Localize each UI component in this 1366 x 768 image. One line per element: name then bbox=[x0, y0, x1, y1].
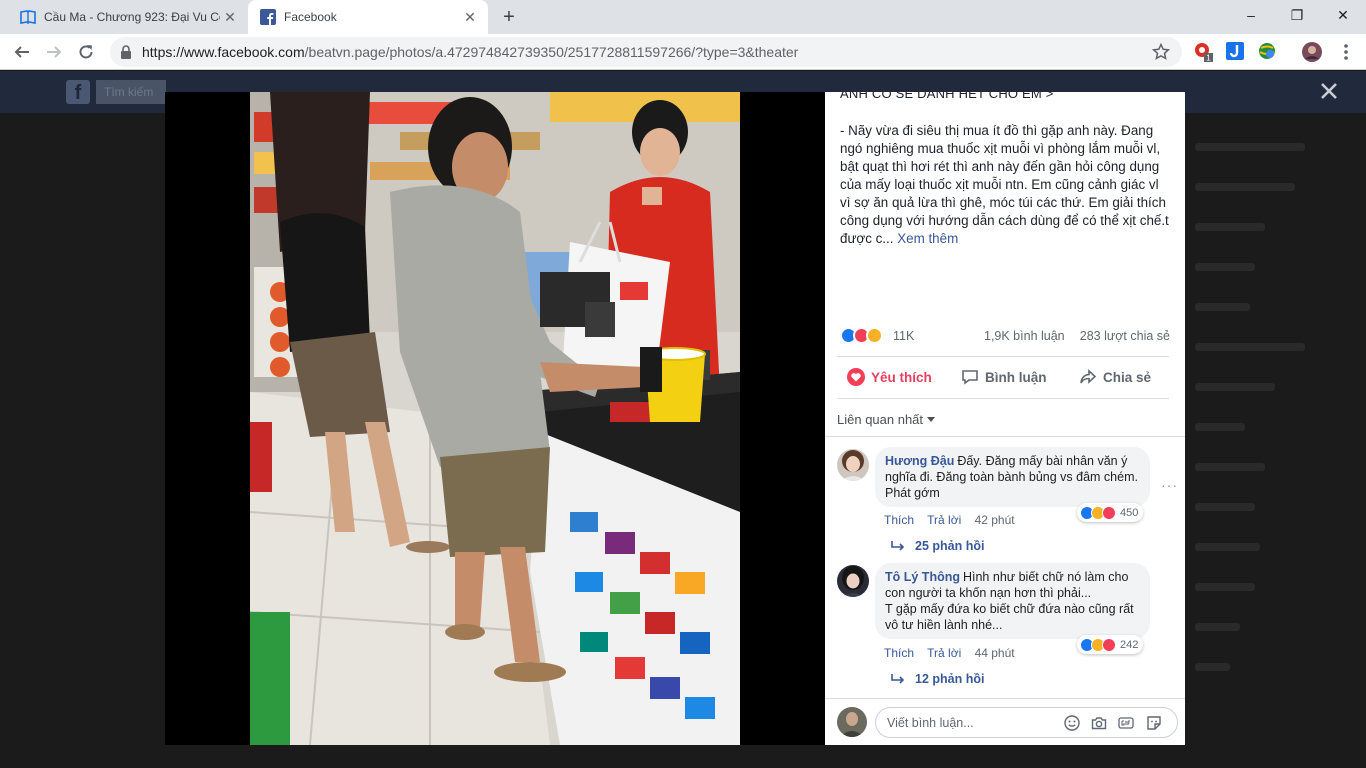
comment-reactions[interactable]: 242 bbox=[1077, 635, 1144, 654]
comment-composer: Viết bình luận... bbox=[825, 698, 1185, 745]
comment-reply-link[interactable]: Trả lời bbox=[927, 646, 961, 660]
comment-icon bbox=[962, 370, 978, 385]
comment-placeholder: Viết bình luận... bbox=[887, 716, 974, 730]
post-stats: 11K 1,9K bình luận 283 lượt chia sẻ bbox=[840, 326, 1170, 348]
comment-button[interactable]: Bình luận bbox=[961, 368, 1047, 386]
reply-arrow-icon bbox=[891, 541, 905, 551]
bookmark-star-icon[interactable] bbox=[1151, 42, 1171, 66]
comment-list: Hương Đậu Đấy. Đăng mấy bài nhân văn ý ng… bbox=[825, 436, 1185, 698]
globe-extension-icon[interactable] bbox=[1258, 42, 1278, 62]
comment-meta: Thích Trả lời 44 phút bbox=[884, 646, 1015, 660]
share-count[interactable]: 283 lượt chia sẻ bbox=[1080, 329, 1170, 343]
avatar[interactable] bbox=[837, 449, 869, 481]
adblock-extension-icon[interactable]: 1 bbox=[1194, 42, 1214, 63]
comment-like-link[interactable]: Thích bbox=[884, 513, 914, 527]
svg-text:1: 1 bbox=[1206, 54, 1211, 63]
comment-time[interactable]: 42 phút bbox=[975, 513, 1015, 527]
comment-options-icon[interactable]: ··· bbox=[1161, 477, 1178, 493]
comment-time[interactable]: 44 phút bbox=[975, 646, 1015, 660]
sad-reaction-icon bbox=[866, 327, 883, 344]
share-button[interactable]: Chia sẻ bbox=[1079, 368, 1151, 386]
comment-reactions[interactable]: 450 bbox=[1077, 503, 1144, 522]
share-icon bbox=[1080, 369, 1097, 384]
address-bar[interactable]: https://www.facebook.com/beatvn.page/pho… bbox=[110, 37, 1182, 67]
close-theater-icon[interactable] bbox=[1318, 80, 1340, 102]
new-tab-button[interactable]: + bbox=[498, 6, 520, 28]
tab-facebook[interactable]: Facebook ✕ bbox=[248, 0, 488, 34]
tab-strip: Cầu Ma - Chương 923: Đại Vu Cổ ✕ Faceboo… bbox=[0, 0, 1366, 34]
minimize-button[interactable]: – bbox=[1228, 0, 1274, 30]
photo-stage bbox=[165, 92, 825, 745]
post-panel: ANH CÓ SẼ DÀNH HẾT CHO EM > - Nãy vừa đi… bbox=[825, 92, 1185, 745]
divider bbox=[837, 356, 1169, 357]
close-tab-icon[interactable]: ✕ bbox=[460, 7, 480, 27]
comment-bubble: Tô Lý Thông Hình như biết chữ nó làm cho … bbox=[875, 563, 1150, 639]
caret-down-icon bbox=[927, 417, 936, 422]
divider bbox=[837, 398, 1169, 399]
facebook-logo-icon[interactable]: f bbox=[66, 80, 90, 104]
reply-arrow-icon bbox=[891, 674, 905, 684]
comment-like-link[interactable]: Thích bbox=[884, 646, 914, 660]
reaction-icons[interactable] bbox=[840, 327, 883, 344]
book-icon bbox=[20, 9, 36, 25]
close-window-button[interactable]: ✕ bbox=[1320, 0, 1366, 30]
love-reaction-icon bbox=[1102, 637, 1116, 652]
comment-reply-link[interactable]: Trả lời bbox=[927, 513, 961, 527]
avatar[interactable] bbox=[837, 565, 869, 597]
profile-avatar[interactable] bbox=[1302, 42, 1322, 62]
lock-icon[interactable] bbox=[120, 45, 132, 64]
comment-text-line2: T gặp mấy đứa ko biết chữ đứa nào cũng r… bbox=[885, 602, 1134, 632]
maximize-button[interactable]: ❐ bbox=[1274, 0, 1320, 30]
facebook-search-input[interactable]: Tìm kiếm bbox=[96, 80, 166, 104]
url-text: https://www.facebook.com/beatvn.page/pho… bbox=[142, 44, 799, 60]
forward-icon[interactable] bbox=[42, 40, 66, 64]
comment-author[interactable]: Tô Lý Thông bbox=[885, 570, 960, 584]
tab-title: Cầu Ma - Chương 923: Đại Vu Cổ bbox=[44, 10, 220, 24]
back-icon[interactable] bbox=[10, 40, 34, 64]
post-body: - Nãy vừa đi siêu thị mua ít đồ thì gặp … bbox=[840, 123, 1169, 246]
reload-icon[interactable] bbox=[74, 40, 98, 64]
comment-meta: Thích Trả lời 42 phút bbox=[884, 513, 1015, 527]
comment-input[interactable]: Viết bình luận... bbox=[875, 707, 1178, 738]
comment-bubble: Hương Đậu Đấy. Đăng mấy bài nhân văn ý ng… bbox=[875, 447, 1150, 507]
emoji-icon[interactable] bbox=[1064, 715, 1080, 731]
facebook-icon bbox=[260, 9, 276, 25]
love-reaction-icon bbox=[1102, 505, 1116, 520]
heart-icon bbox=[847, 368, 865, 386]
comment-sort-dropdown[interactable]: Liên quan nhất bbox=[837, 412, 936, 427]
camera-icon[interactable] bbox=[1091, 715, 1107, 731]
my-avatar[interactable] bbox=[837, 707, 867, 737]
tab-novel[interactable]: Cầu Ma - Chương 923: Đại Vu Cổ ✕ bbox=[8, 0, 248, 34]
post-photo[interactable] bbox=[250, 92, 740, 745]
post-heading: ANH CÓ SẼ DÀNH HẾT CHO EM > bbox=[840, 92, 1054, 101]
comment-count[interactable]: 1,9K bình luận bbox=[984, 329, 1065, 343]
love-button[interactable]: Yêu thích bbox=[847, 368, 932, 386]
reaction-count[interactable]: 11K bbox=[893, 329, 914, 343]
view-replies-link[interactable]: 25 phản hồi bbox=[891, 539, 984, 553]
sticker-icon[interactable] bbox=[1146, 715, 1162, 731]
gif-icon[interactable] bbox=[1118, 715, 1134, 731]
j-extension-icon[interactable] bbox=[1226, 42, 1246, 62]
see-more-link[interactable]: Xem thêm bbox=[897, 231, 958, 246]
comment-author[interactable]: Hương Đậu bbox=[885, 454, 954, 468]
browser-toolbar: https://www.facebook.com/beatvn.page/pho… bbox=[0, 34, 1366, 70]
close-tab-icon[interactable]: ✕ bbox=[220, 7, 240, 27]
menu-dots-icon[interactable] bbox=[1336, 42, 1356, 62]
action-bar: Yêu thích Bình luận Chia sẻ bbox=[837, 360, 1169, 396]
tab-title: Facebook bbox=[284, 10, 337, 24]
view-replies-link[interactable]: 12 phản hồi bbox=[891, 672, 984, 686]
